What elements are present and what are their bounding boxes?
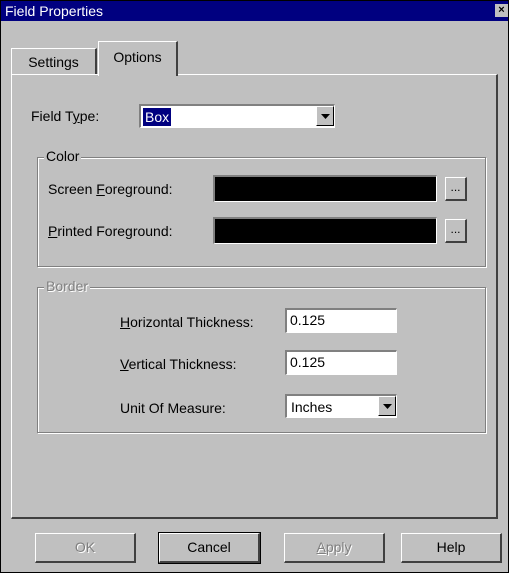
- chevron-down-icon[interactable]: [316, 106, 334, 126]
- vertical-thickness-label: Vertical Thickness:: [120, 356, 237, 372]
- color-group: Color: [37, 148, 486, 267]
- unit-of-measure-select[interactable]: Inches: [285, 394, 397, 418]
- border-group: Border: [37, 278, 486, 433]
- printed-foreground-button[interactable]: ...: [445, 219, 467, 243]
- title-bar: Field Properties ×: [1, 1, 508, 21]
- chevron-down-icon[interactable]: [378, 396, 396, 416]
- horizontal-thickness-label: Horizontal Thickness:: [120, 314, 254, 330]
- screen-foreground-swatch[interactable]: [213, 175, 437, 202]
- field-type-value: Box: [141, 107, 173, 127]
- border-group-legend: Border: [44, 278, 91, 294]
- cancel-button[interactable]: Cancel: [158, 532, 261, 564]
- horizontal-thickness-input[interactable]: 0.125: [285, 308, 397, 333]
- vertical-thickness-input[interactable]: 0.125: [285, 350, 397, 375]
- color-group-legend: Color: [44, 148, 82, 164]
- field-type-label: Field Type:: [31, 108, 100, 124]
- printed-foreground-swatch[interactable]: [213, 217, 437, 244]
- help-button[interactable]: Help: [401, 533, 502, 563]
- tab-settings[interactable]: Settings: [11, 48, 97, 74]
- window-title: Field Properties: [5, 3, 104, 19]
- field-properties-dialog: Field Properties × Settings Options Fiel…: [0, 0, 509, 573]
- tab-options[interactable]: Options: [98, 41, 178, 76]
- unit-of-measure-value: Inches: [291, 399, 333, 415]
- printed-foreground-label: Printed Foreground:: [48, 223, 173, 239]
- screen-foreground-button[interactable]: ...: [445, 177, 467, 201]
- apply-button[interactable]: Apply: [284, 533, 385, 563]
- close-icon[interactable]: ×: [495, 4, 508, 17]
- screen-foreground-label: Screen Foreground:: [48, 181, 173, 197]
- ok-button[interactable]: OK: [35, 533, 136, 563]
- field-type-select[interactable]: Box: [139, 104, 335, 128]
- unit-of-measure-label: Unit Of Measure:: [120, 400, 226, 416]
